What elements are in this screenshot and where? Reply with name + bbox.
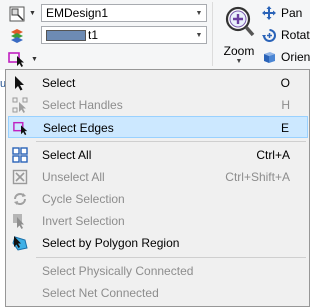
cycle-icon — [12, 191, 28, 207]
polygon-select-icon — [12, 235, 28, 251]
menu-item-select-all[interactable]: Select All Ctrl+A — [8, 144, 308, 166]
selection-mode-dropdown-icon[interactable]: ▼ — [31, 56, 38, 63]
menu-item-select[interactable]: Select O — [8, 72, 308, 94]
orient-button[interactable]: Orien — [261, 48, 310, 66]
chevron-down-icon[interactable]: ▼ — [192, 32, 206, 39]
layer-color-swatch — [46, 29, 86, 41]
design-combo[interactable]: EMDesign1 ▼ — [41, 4, 207, 22]
selection-menu: Select O Select Handles H Select Edges E — [5, 69, 310, 307]
pan-button[interactable]: Pan — [261, 4, 302, 22]
orient-icon — [261, 49, 277, 65]
selection-mode-button[interactable] — [7, 49, 27, 69]
unselect-icon — [12, 169, 28, 185]
layer-combo-value: t1 — [88, 28, 99, 42]
layers-icon — [11, 29, 23, 43]
menu-item-shortcut: E — [280, 121, 289, 135]
select-edges-icon — [13, 120, 29, 136]
menu-item-invert-selection[interactable]: Invert Selection — [8, 210, 308, 232]
menu-item-shortcut: H — [281, 98, 290, 112]
rotate-icon — [261, 27, 277, 43]
menu-item-label: Select Handles — [42, 98, 123, 112]
measure-icon — [9, 6, 25, 22]
ribbon-separator — [212, 2, 213, 66]
menu-item-select-net-connected[interactable]: Select Net Connected — [8, 282, 308, 304]
grid-icon — [12, 147, 28, 163]
menu-item-label: Invert Selection — [42, 214, 125, 228]
menu-item-label: Select All — [42, 148, 92, 162]
menu-item-shortcut: O — [280, 76, 290, 90]
menu-item-label: Select by Polygon Region — [42, 236, 180, 250]
measure-button[interactable] — [7, 4, 27, 24]
ribbon: ▼ ▼ EMDesign1 ▼ t1 ▼ Zoom ▼ Pan Rotat Or… — [0, 0, 310, 70]
menu-item-select-by-polygon[interactable]: Select by Polygon Region — [8, 232, 308, 254]
menu-item-select-edges[interactable]: Select Edges E — [8, 116, 308, 138]
menu-item-label: Select Net Connected — [42, 286, 159, 300]
menu-item-cycle-selection[interactable]: Cycle Selection — [8, 188, 308, 210]
menu-item-label: Select Edges — [43, 121, 114, 135]
rotate-button[interactable]: Rotat — [261, 26, 310, 44]
menu-item-label: Cycle Selection — [42, 192, 125, 206]
menu-item-shortcut: Ctrl+Shift+A — [225, 170, 290, 184]
menu-item-label: Unselect All — [42, 170, 105, 184]
handles-icon — [12, 97, 28, 113]
invert-icon — [12, 213, 28, 229]
menu-item-unselect-all[interactable]: Unselect All Ctrl+Shift+A — [8, 166, 308, 188]
menu-item-shortcut: Ctrl+A — [256, 148, 290, 162]
zoom-label: Zoom — [223, 44, 255, 58]
menu-item-label: Select Physically Connected — [42, 264, 194, 278]
zoom-icon — [225, 6, 255, 37]
layers-button[interactable] — [7, 26, 27, 46]
menu-item-select-physically-connected[interactable]: Select Physically Connected — [8, 260, 308, 282]
chevron-down-icon[interactable]: ▼ — [219, 58, 259, 65]
menu-separator — [36, 257, 306, 258]
design-combo-value: EMDesign1 — [46, 6, 109, 20]
menu-separator — [36, 141, 306, 142]
layer-combo[interactable]: t1 ▼ — [41, 26, 207, 44]
rotate-label: Rotat — [281, 28, 310, 42]
pan-label: Pan — [281, 6, 303, 20]
select-edges-icon — [8, 52, 24, 67]
zoom-button[interactable]: Zoom ▼ — [219, 4, 259, 66]
menu-item-label: Select — [42, 76, 76, 90]
chevron-down-icon[interactable]: ▼ — [192, 10, 206, 17]
arrow-cursor-icon — [12, 75, 28, 91]
menu-item-select-handles[interactable]: Select Handles H — [8, 94, 308, 116]
pan-icon — [261, 5, 277, 21]
orient-label: Orien — [281, 50, 311, 64]
measure-dropdown-icon[interactable]: ▼ — [29, 10, 37, 17]
